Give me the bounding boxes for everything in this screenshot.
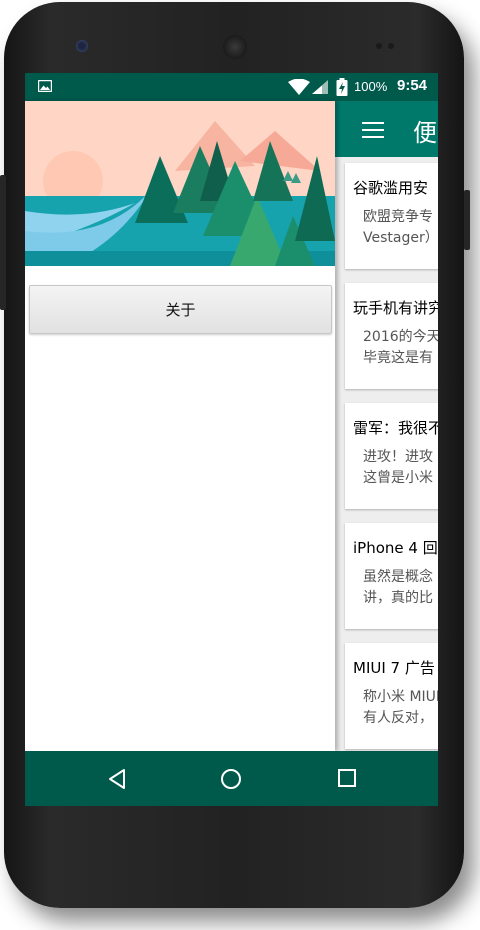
card-title: 雷军：我很不 — [353, 419, 438, 437]
earpiece-speaker — [223, 35, 247, 59]
card-summary: 欧盟竞争专 Vestager） — [363, 209, 438, 246]
menu-icon[interactable] — [362, 122, 384, 138]
app-title: 便 — [413, 119, 437, 147]
card-summary: 进攻！进攻 这曾是小米 — [363, 449, 433, 486]
navigation-drawer: 关于 — [25, 101, 335, 751]
list-item[interactable]: 谷歌滥用安 欧盟竞争专 Vestager） — [345, 163, 438, 269]
card-summary: 称小米 MIUI 有人反对， — [363, 689, 438, 726]
recents-icon[interactable] — [337, 768, 357, 788]
app-bar: 便 — [335, 101, 438, 157]
front-camera — [76, 40, 88, 52]
wifi-icon — [288, 79, 310, 95]
proximity-sensor — [376, 43, 394, 50]
home-icon[interactable] — [220, 768, 242, 790]
about-button[interactable]: 关于 — [29, 285, 332, 334]
card-title: 谷歌滥用安 — [353, 179, 429, 197]
card-summary: 2016的今天 毕竟这是有 — [363, 329, 438, 366]
power-key — [464, 190, 470, 250]
image-icon — [38, 80, 52, 92]
list-item[interactable]: 玩手机有讲究 2016的今天 毕竟这是有 — [345, 283, 438, 389]
news-list[interactable]: 谷歌滥用安 欧盟竞争专 Vestager） 玩手机有讲究 2016的今天 毕竟这是有… — [335, 157, 438, 751]
drawer-header-image — [25, 101, 335, 266]
card-summary: 虽然是概念 讲，真的比 — [363, 569, 433, 606]
list-item[interactable]: 雷军：我很不 进攻！进攻 这曾是小米 — [345, 403, 438, 509]
battery-percent: 100% — [354, 79, 388, 94]
back-icon[interactable] — [107, 768, 127, 790]
card-title: iPhone 4 回 — [353, 539, 438, 557]
battery-icon — [336, 78, 348, 96]
signal-icon — [312, 80, 328, 94]
volume-key — [0, 175, 6, 310]
list-item[interactable]: MIUI 7 广告 称小米 MIUI 有人反对， — [345, 643, 438, 749]
status-bar: 100% 9:54 — [25, 73, 438, 101]
list-item[interactable]: iPhone 4 回 虽然是概念 讲，真的比 — [345, 523, 438, 629]
device-screen: 100% 9:54 便 谷歌滥用安 欧盟竞争专 Vestager） 玩手机有讲究 … — [25, 73, 438, 806]
clock: 9:54 — [397, 77, 428, 94]
card-title: MIUI 7 广告 — [353, 659, 435, 677]
system-nav-bar — [25, 751, 438, 806]
card-title: 玩手机有讲究 — [353, 299, 438, 317]
